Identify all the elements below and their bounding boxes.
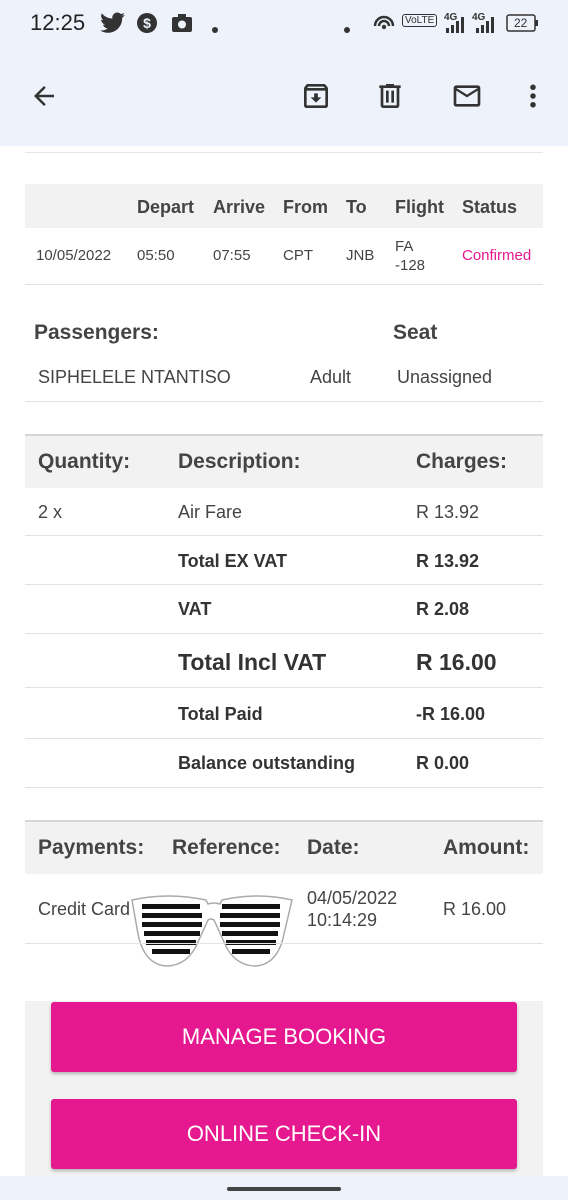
more-vert-icon[interactable] [518, 76, 548, 116]
flight-from: CPT [283, 247, 313, 264]
status-time: 12:25 [30, 10, 86, 35]
col-description: Description: [178, 450, 301, 473]
flight-to: JNB [346, 247, 375, 264]
signal-1-icon [438, 14, 468, 39]
flight-date: 10/05/2022 [36, 247, 112, 264]
camera-icon [171, 12, 193, 39]
charge-desc: Air Fare [178, 502, 243, 522]
hotspot-icon [372, 12, 396, 39]
flight-depart: 05:50 [137, 247, 175, 264]
total-paid-amount: -R 16.00 [416, 704, 486, 724]
balance-amount: R 0.00 [416, 753, 470, 773]
signal-2-icon [468, 14, 498, 39]
col-depart: Depart [137, 197, 195, 217]
col-quantity: Quantity: [38, 450, 131, 473]
mail-icon[interactable] [446, 76, 488, 116]
dot-icon [212, 20, 218, 38]
divider [25, 687, 543, 688]
payment-date: 04/05/2022 [307, 888, 398, 908]
passengers-heading: Passengers: [34, 321, 159, 344]
total-incl-vat-label: Total Incl VAT [178, 649, 327, 675]
status-badge: Confirmed [462, 247, 532, 264]
col-reference: Reference: [172, 836, 281, 859]
battery-level: 22 [514, 16, 528, 30]
col-status: Status [462, 197, 518, 217]
seat-heading: Seat [393, 321, 438, 344]
delete-icon[interactable] [370, 76, 410, 116]
col-charges: Charges: [416, 450, 508, 473]
balance-label: Balance outstanding [178, 753, 356, 773]
charge-amount: R 13.92 [416, 502, 480, 522]
col-to: To [346, 197, 367, 217]
passenger-name: SIPHELELE NTANTISO [38, 367, 231, 387]
divider [25, 535, 543, 536]
navigation-bar [0, 1176, 568, 1200]
divider [25, 401, 543, 402]
passenger-type: Adult [310, 367, 352, 387]
archive-icon[interactable] [296, 76, 336, 116]
total-paid-label: Total Paid [178, 704, 263, 724]
divider [25, 633, 543, 634]
twitter-icon [100, 12, 126, 39]
passenger-seat: Unassigned [397, 367, 493, 387]
charge-qty: 2 x [38, 502, 63, 522]
divider [25, 787, 543, 788]
home-gesture-handle[interactable] [227, 1187, 341, 1191]
manage-booking-button[interactable]: MANAGE BOOKING [51, 1002, 517, 1072]
app-bar [0, 48, 568, 146]
col-amount: Amount: [443, 836, 530, 859]
divider [25, 738, 543, 739]
col-payments: Payments: [38, 836, 145, 859]
email-body: Depart Arrive From To Flight Status 10/0… [0, 146, 568, 1176]
notification-dot-icon [344, 20, 350, 38]
dollar-icon: $ [136, 12, 158, 39]
shutter-shades-sticker [128, 894, 294, 977]
payment-amount: R 16.00 [443, 899, 507, 919]
divider [25, 284, 543, 285]
divider [25, 152, 543, 153]
total-incl-vat-amount: R 16.00 [416, 649, 497, 675]
payment-time: 10:14:29 [307, 910, 378, 930]
divider [25, 943, 543, 944]
col-flight: Flight [395, 197, 444, 217]
status-bar: 12:25 $ VoLTE 4G 4G 22 [0, 0, 568, 48]
svg-text:$: $ [143, 15, 151, 31]
vat-amount: R 2.08 [416, 599, 470, 619]
col-date: Date: [307, 836, 360, 859]
flight-number-line2: -128 [395, 257, 426, 274]
divider [25, 584, 543, 585]
flight-arrive: 07:55 [213, 247, 251, 264]
total-ex-vat-label: Total EX VAT [178, 551, 288, 571]
flight-number-line1: FA [395, 238, 414, 255]
back-arrow-icon[interactable] [24, 76, 64, 116]
total-ex-vat-amount: R 13.92 [416, 551, 480, 571]
col-from: From [283, 197, 328, 217]
volte-badge: VoLTE [402, 14, 438, 27]
col-arrive: Arrive [213, 197, 266, 217]
online-check-in-button[interactable]: ONLINE CHECK-IN [51, 1099, 517, 1169]
vat-label: VAT [178, 599, 212, 619]
payment-method: Credit Card [38, 899, 131, 919]
